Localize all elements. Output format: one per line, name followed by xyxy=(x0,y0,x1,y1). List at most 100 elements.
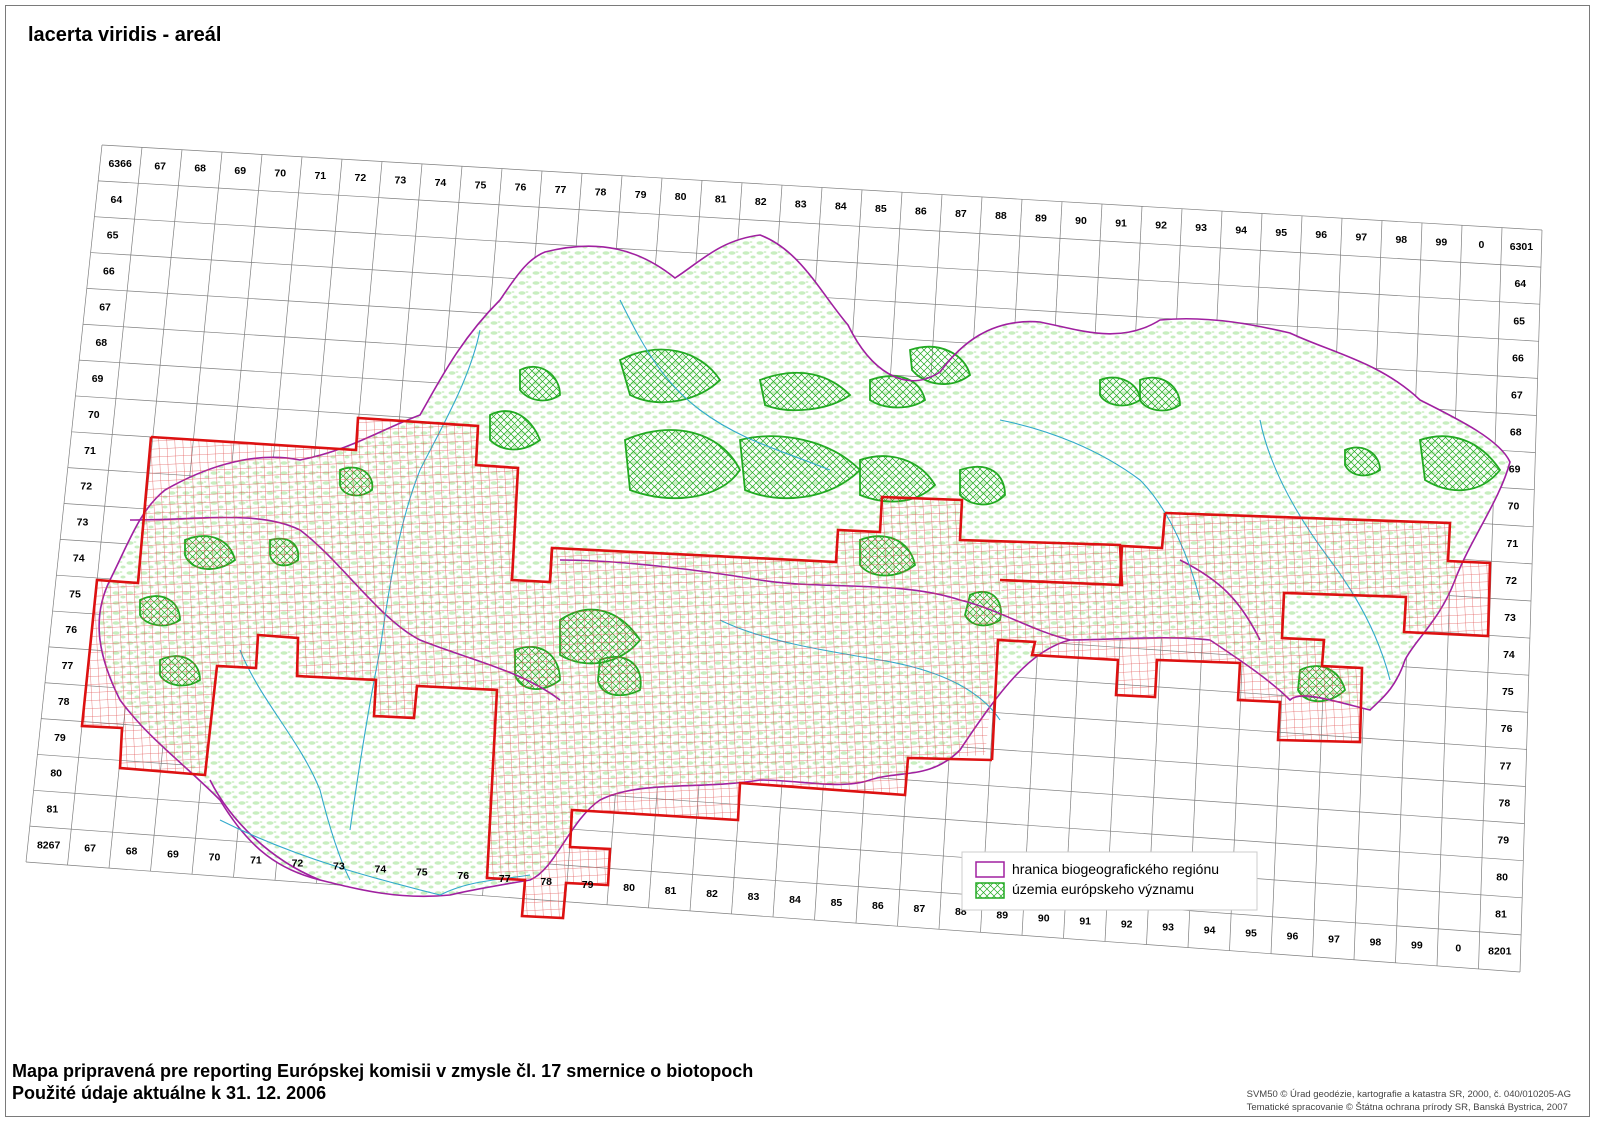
grid-label-left: 77 xyxy=(62,660,74,672)
legend-region-label: hranica biogeografického regiónu xyxy=(1012,861,1219,877)
grid-label-left: 80 xyxy=(50,768,62,780)
grid-label-right: 67 xyxy=(1511,389,1523,401)
grid-label-top: 67 xyxy=(154,160,166,172)
grid-label-bottom: 96 xyxy=(1287,931,1299,943)
grid-label-top: 92 xyxy=(1155,220,1167,232)
grid-label-left: 72 xyxy=(80,481,92,493)
grid-label-bottom: 90 xyxy=(1038,912,1050,924)
grid-label-bottom: 0 xyxy=(1455,943,1461,955)
grid-label-left: 69 xyxy=(92,373,104,385)
grid-label-top: 93 xyxy=(1195,222,1207,234)
grid-label-bottom: 80 xyxy=(623,882,635,894)
grid-label-left: 76 xyxy=(65,624,77,636)
grid-label-left: 67 xyxy=(99,301,111,313)
grid-label-right: 78 xyxy=(1499,797,1511,809)
grid-label-top: 80 xyxy=(675,191,687,203)
grid-label-top: 82 xyxy=(755,196,767,208)
grid-label-left: 71 xyxy=(84,445,96,457)
grid-label-right: 64 xyxy=(1514,278,1526,290)
grid-label-top: 81 xyxy=(715,194,727,206)
legend: hranica biogeografického regiónu územia … xyxy=(961,851,1258,911)
grid-label-top: 99 xyxy=(1436,236,1448,248)
credits-line-2: Tematické spracovanie © Štátna ochrana p… xyxy=(1246,1102,1568,1113)
grid-label-right: 80 xyxy=(1496,872,1508,884)
grid-label-bottom: 67 xyxy=(84,842,96,854)
credits: SVM50 © Úrad geodézie, kartografie a kat… xyxy=(1247,1088,1571,1114)
grid-label-left: 64 xyxy=(111,194,123,206)
grid-label-left: 68 xyxy=(95,337,107,349)
grid-label-right: 79 xyxy=(1497,834,1509,846)
grid-label-top: 71 xyxy=(314,170,326,182)
legend-sites-swatch xyxy=(975,882,1005,899)
grid-label-bottom: 8267 xyxy=(37,839,61,851)
grid-label-left: 79 xyxy=(54,732,66,744)
legend-region-swatch xyxy=(975,861,1005,878)
grid-label-top: 87 xyxy=(955,208,967,220)
grid-label-bottom: 94 xyxy=(1204,924,1216,936)
grid-label-left: 70 xyxy=(88,409,100,421)
grid-row-line xyxy=(101,144,1543,231)
grid-label-top: 95 xyxy=(1275,227,1287,239)
grid-label-right: 74 xyxy=(1503,649,1515,661)
grid-label-top: 77 xyxy=(555,184,567,196)
grid-label-top: 6301 xyxy=(1510,241,1534,253)
grid-label-top: 73 xyxy=(395,175,407,187)
grid-label-bottom: 8201 xyxy=(1488,946,1512,958)
map-canvas[interactable]: 6366 67 68 69 70 71 72 73 74 75 76 77 78 79 80 81 82 83 84… xyxy=(0,0,1597,1124)
grid-label-left: 75 xyxy=(69,588,81,600)
grid-label-right: 65 xyxy=(1513,315,1525,327)
grid-label-bottom: 97 xyxy=(1328,934,1340,946)
grid-label-bottom: 75 xyxy=(416,867,428,879)
grid-label-top: 79 xyxy=(635,189,647,201)
grid-label-bottom: 86 xyxy=(872,900,884,912)
grid-label-bottom: 74 xyxy=(374,864,386,876)
grid-row-line xyxy=(98,180,1541,268)
grid-label-right: 72 xyxy=(1505,575,1517,587)
footer-note: Mapa pripravená pre reporting Európskej … xyxy=(12,1060,753,1104)
grid-label-bottom: 81 xyxy=(665,885,677,897)
map-title: lacerta viridis - areál xyxy=(28,24,222,46)
grid-label-top: 88 xyxy=(995,210,1007,222)
grid-label-bottom: 87 xyxy=(914,903,926,915)
grid-label-left: 65 xyxy=(107,230,119,242)
grid-label-bottom: 73 xyxy=(333,861,345,873)
grid-label-top: 86 xyxy=(915,205,927,217)
grid-label-right: 68 xyxy=(1510,427,1522,439)
grid-label-top: 72 xyxy=(355,172,367,184)
grid-label-right: 70 xyxy=(1508,501,1520,513)
grid-label-bottom: 77 xyxy=(499,873,511,885)
grid-label-right: 73 xyxy=(1504,612,1516,624)
grid-label-left: 81 xyxy=(47,804,59,816)
grid-label-top: 78 xyxy=(595,186,607,198)
grid-label-top: 70 xyxy=(274,167,286,179)
grid-label-right: 75 xyxy=(1502,686,1514,698)
grid-label-bottom: 98 xyxy=(1370,937,1382,949)
grid-label-bottom: 79 xyxy=(582,879,594,891)
grid-label-top: 83 xyxy=(795,198,807,210)
grid-label-right: 77 xyxy=(1500,760,1512,772)
grid-label-top: 6366 xyxy=(108,158,132,170)
grid-label-bottom: 72 xyxy=(292,858,304,870)
grid-row-line xyxy=(25,861,1521,973)
grid-label-right: 76 xyxy=(1501,723,1513,735)
grid-label-top: 85 xyxy=(875,203,887,215)
grid-label-top: 0 xyxy=(1478,239,1484,251)
grid-label-left: 73 xyxy=(77,517,89,529)
grid-label-bottom: 93 xyxy=(1162,921,1174,933)
grid-label-top: 76 xyxy=(515,182,527,194)
grid-label-top: 68 xyxy=(194,163,206,175)
credits-line-1: SVM50 © Úrad geodézie, kartografie a kat… xyxy=(1246,1089,1571,1100)
grid-label-bottom: 95 xyxy=(1245,927,1257,939)
grid-label-bottom: 89 xyxy=(996,909,1008,921)
grid-label-bottom: 78 xyxy=(540,876,552,888)
grid-label-top: 98 xyxy=(1395,234,1407,246)
grid-label-top: 97 xyxy=(1355,232,1367,244)
grid-label-top: 91 xyxy=(1115,217,1127,229)
grid-label-bottom: 70 xyxy=(209,852,221,864)
grid-label-top: 90 xyxy=(1075,215,1087,227)
grid-label-bottom: 83 xyxy=(748,891,760,903)
grid-label-right: 69 xyxy=(1509,464,1521,476)
grid-label-bottom: 92 xyxy=(1121,918,1133,930)
grid-label-left: 66 xyxy=(103,265,115,277)
grid-label-top: 94 xyxy=(1235,224,1247,236)
